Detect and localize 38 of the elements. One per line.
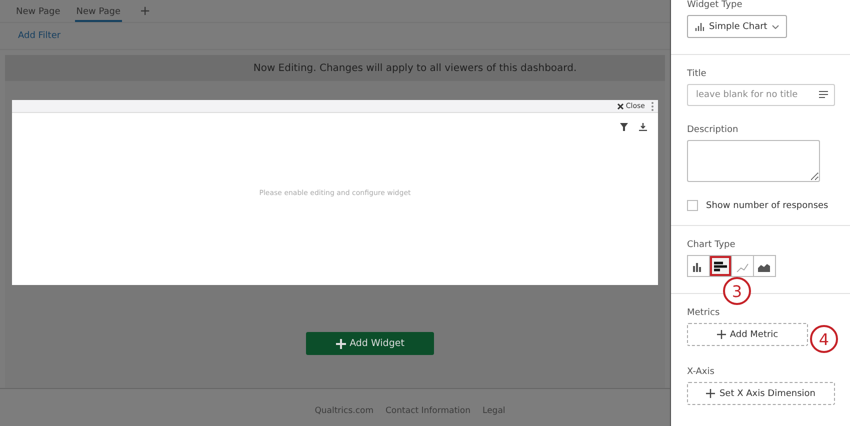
bar-chart-icon: [695, 22, 704, 31]
download-icon: [639, 123, 647, 131]
more-options-icon: [651, 102, 654, 110]
add-filter-link[interactable]: Add Filter: [18, 31, 61, 41]
checkbox-label: Show number of responses: [706, 200, 828, 210]
add-metric-button[interactable]: Add Metric: [687, 323, 808, 346]
field-label: Metrics: [687, 308, 721, 318]
page-tab[interactable]: New Page: [15, 7, 62, 22]
field-label: Widget Type: [687, 0, 744, 10]
footer-link[interactable]: Contact Information: [386, 406, 470, 416]
chart-type-button[interactable]: [687, 255, 710, 277]
description-field[interactable]: [687, 140, 820, 182]
set-x-axis-button[interactable]: Set X Axis Dimension: [687, 382, 835, 405]
plus-icon: [336, 338, 346, 348]
add-page-button[interactable]: +: [140, 4, 150, 22]
bar-chart-icon: [714, 260, 727, 272]
chart-type-button[interactable]: [709, 255, 732, 277]
widget-type-dropdown[interactable]: Simple Chart: [687, 15, 788, 38]
step-number-marker: 3: [723, 277, 751, 305]
filter-icon: [620, 123, 628, 131]
footer-link[interactable]: Legal: [482, 406, 506, 416]
field-label: Chart Type: [687, 240, 736, 250]
text-align-icon: [819, 91, 828, 98]
chart-type-button[interactable]: [753, 255, 776, 277]
field-label: Description: [687, 125, 740, 135]
field-label: X-Axis: [687, 367, 716, 377]
footer-link[interactable]: Qualtrics.com: [314, 406, 374, 416]
plus-icon: [706, 389, 716, 398]
add-widget-button[interactable]: Add Widget: [306, 332, 434, 355]
step-number-marker: 4: [810, 325, 838, 353]
plus-icon: [716, 330, 726, 339]
field-label: Title: [687, 69, 708, 79]
page-tab[interactable]: New Page: [75, 7, 122, 22]
title-field[interactable]: leave blank for no title: [687, 84, 835, 106]
chevron-down-icon: [772, 24, 780, 28]
checkbox[interactable]: [687, 200, 698, 211]
editing-banner: Now Editing. Changes will apply to all viewers of this dashboard.: [5, 55, 665, 81]
close-icon: [616, 102, 624, 110]
